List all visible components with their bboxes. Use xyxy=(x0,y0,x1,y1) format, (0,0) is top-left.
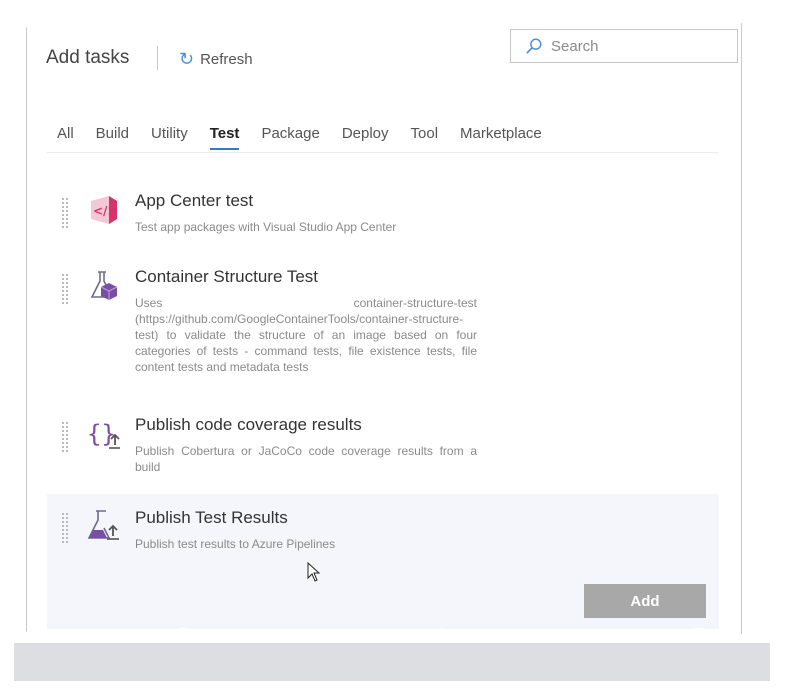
refresh-icon: ↻ xyxy=(179,49,195,69)
task-description: Test app packages with Visual Studio App… xyxy=(135,220,397,234)
svg-text:</>: </> xyxy=(93,204,118,218)
add-tasks-panel: Add tasks ↻ Refresh All Build Utility Te… xyxy=(26,21,742,638)
tab-deploy[interactable]: Deploy xyxy=(342,125,389,150)
tab-marketplace[interactable]: Marketplace xyxy=(460,125,542,150)
task-item-container-structure-test[interactable]: Container Structure Test Uses container-… xyxy=(47,267,719,387)
page-title: Add tasks xyxy=(46,47,130,68)
refresh-button[interactable]: ↻ Refresh xyxy=(179,50,253,68)
drag-handle-icon[interactable] xyxy=(61,197,69,229)
mouse-cursor-icon xyxy=(307,562,321,582)
task-title: Publish code coverage results xyxy=(135,415,362,434)
task-description: Publish Cobertura or JaCoCo code coverag… xyxy=(135,444,477,474)
search-input[interactable] xyxy=(549,36,709,56)
tab-build[interactable]: Build xyxy=(96,125,129,150)
svg-text:{}: {} xyxy=(87,420,116,448)
drag-handle-icon[interactable] xyxy=(61,273,69,305)
task-description: Publish test results to Azure Pipelines xyxy=(135,537,336,551)
app-center-icon: </> xyxy=(91,196,118,224)
header-divider xyxy=(157,46,158,70)
task-title: Container Structure Test xyxy=(135,267,318,286)
tab-tool[interactable]: Tool xyxy=(411,125,439,150)
task-item-app-center-test[interactable]: </> App Center test Test app packages wi… xyxy=(47,191,719,251)
background-band xyxy=(14,643,770,681)
task-description: Uses container-structure-test (https://g… xyxy=(135,296,477,374)
search-icon xyxy=(526,38,542,54)
drag-handle-icon[interactable] xyxy=(61,512,69,544)
refresh-label: Refresh xyxy=(200,50,253,68)
category-tabs: All Build Utility Test Package Deploy To… xyxy=(57,125,564,150)
drag-handle-icon[interactable] xyxy=(61,421,69,453)
add-button[interactable]: Add xyxy=(584,584,706,618)
tab-test[interactable]: Test xyxy=(209,125,240,150)
tab-package[interactable]: Package xyxy=(261,125,319,150)
search-box[interactable] xyxy=(510,29,738,63)
flask-container-icon xyxy=(90,271,118,300)
tab-utility[interactable]: Utility xyxy=(151,125,188,150)
task-title: Publish Test Results xyxy=(135,508,288,527)
task-item-publish-code-coverage[interactable]: {} Publish code coverage results Publish… xyxy=(47,415,719,485)
flask-upload-icon xyxy=(87,510,119,540)
task-title: App Center test xyxy=(135,191,254,210)
tabs-divider xyxy=(47,152,719,153)
tab-all[interactable]: All xyxy=(57,125,74,150)
code-coverage-icon: {} xyxy=(87,420,120,449)
